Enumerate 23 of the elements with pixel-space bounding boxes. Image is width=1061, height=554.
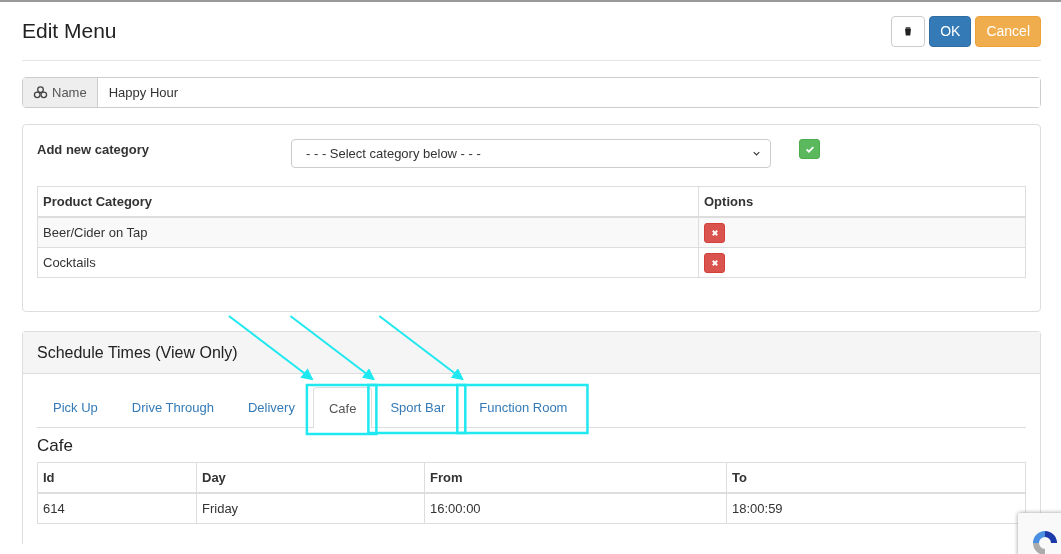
table-cell: Cocktails xyxy=(37,247,699,278)
column-header: To xyxy=(726,462,1026,493)
add-category-label: Add new category xyxy=(37,141,150,157)
table-cell: 614 xyxy=(37,493,197,524)
tab[interactable]: Pick Up xyxy=(37,387,114,427)
tab[interactable]: Delivery xyxy=(231,387,311,427)
column-header: From xyxy=(424,462,727,493)
ok-button[interactable]: OK xyxy=(929,15,972,47)
section-title: Cafe xyxy=(37,436,74,456)
table-cell: Beer/Cider on Tap xyxy=(37,217,699,248)
name-label: Name xyxy=(52,85,87,100)
column-header: Day xyxy=(196,462,425,493)
table-cell: Friday xyxy=(196,493,425,524)
tab[interactable]: Function Room xyxy=(463,387,584,427)
column-header: Id xyxy=(37,462,197,493)
name-field[interactable]: Name Happy Hour xyxy=(22,77,1041,108)
category-select[interactable]: - - - Select category below - - - xyxy=(291,139,771,168)
page-title: Edit Menu xyxy=(22,19,117,43)
table-cell: 16:00:00 xyxy=(424,493,727,524)
tab[interactable]: Sport Bar xyxy=(374,387,462,427)
tab[interactable]: Drive Through xyxy=(115,387,230,427)
panel-title: Schedule Times (View Only) xyxy=(23,332,1040,374)
tab[interactable]: Cafe xyxy=(312,387,373,428)
